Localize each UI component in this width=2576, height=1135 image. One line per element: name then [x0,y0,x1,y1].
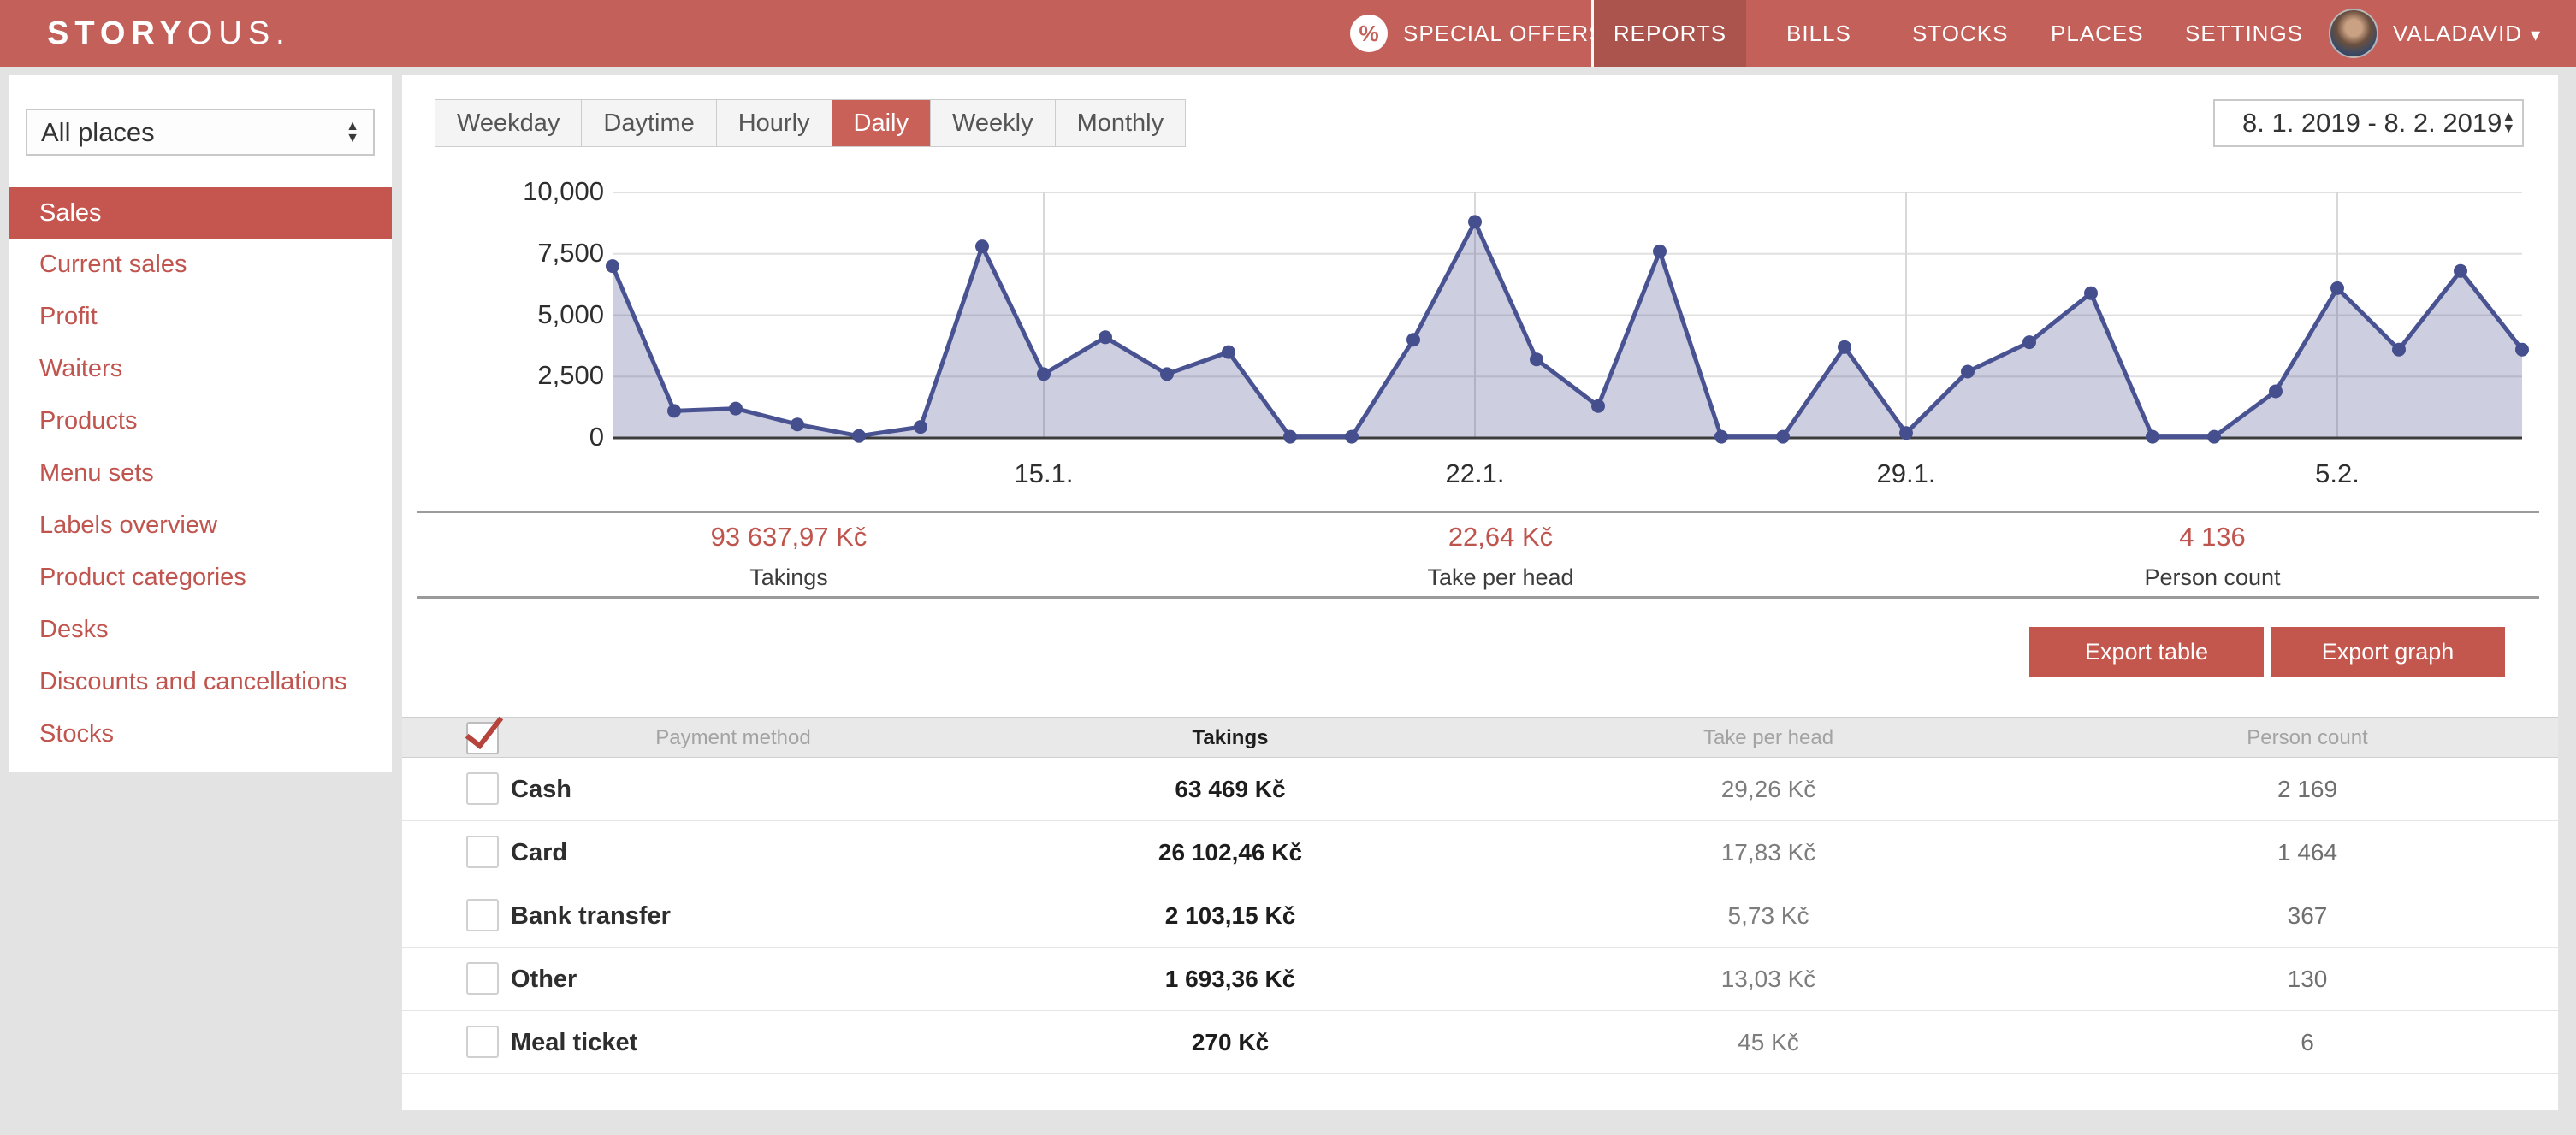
take-per-head-cell: 29,26 Kč [1721,758,1816,821]
nav-bills[interactable]: BILLS [1786,0,1851,67]
sidebar-item[interactable]: Sales [9,187,392,239]
sidebar-item[interactable]: Profit [9,291,392,343]
nav-reports[interactable]: REPORTS [1594,0,1746,67]
payment-method-cell: Card [511,821,567,884]
sidebar-item[interactable]: Waiters [9,343,392,395]
place-filter-select[interactable]: All places [26,109,375,156]
payment-method-cell: Meal ticket [511,1011,637,1074]
column-header-takings: Takings [1193,718,1269,759]
sidebar-item[interactable]: Menu sets [9,447,392,500]
stat-value: 93 637,97 Kč [711,522,868,553]
takings-cell: 1 693,36 Kč [1165,948,1296,1011]
nav-places[interactable]: PLACES [2051,0,2144,67]
y-axis-tick: 5,000 [416,299,604,330]
takings-cell: 2 103,15 Kč [1165,884,1296,948]
table-row: Cash 63 469 Kč 29,26 Kč 2 169 [402,758,2558,821]
column-header-person-count: Person count [2247,718,2367,759]
sidebar-item[interactable]: Labels overview [9,500,392,552]
select-spinner-icon [346,121,359,145]
user-menu[interactable]: VALADAVID ▾ [2393,0,2541,67]
payment-method-cell: Other [511,948,577,1011]
payment-method-cell: Bank transfer [511,884,671,948]
stat-value: 22,64 Kč [1427,522,1573,553]
takings-cell: 26 102,46 Kč [1158,821,1302,884]
place-filter-value: All places [41,117,155,148]
y-axis-tick: 0 [416,422,604,452]
person-count-cell: 1 464 [2277,821,2337,884]
area-chart [402,75,2558,520]
payment-methods-table: Cash 63 469 Kč 29,26 Kč 2 169 Card 26 10… [402,758,2558,1074]
x-axis-tick: 5.2. [2315,458,2360,489]
sidebar-item[interactable]: Discounts and cancellations [9,656,392,708]
stat-value: 4 136 [2144,522,2280,553]
table-header: Payment method Takings Take per head Per… [402,717,2558,758]
summary-stat: 22,64 Kč Take per head [1427,522,1573,591]
take-per-head-cell: 45 Kč [1738,1011,1799,1074]
summary-stat: 4 136 Person count [2144,522,2280,591]
sidebar-menu: Sales Current sales Profit Waiters Produ… [9,187,392,760]
user-name: VALADAVID [2393,21,2522,46]
table-row: Meal ticket 270 Kč 45 Kč 6 [402,1011,2558,1074]
nav-special-offers[interactable]: SPECIAL OFFERS [1403,0,1605,67]
y-axis-tick: 10,000 [416,176,604,207]
summary-stat: 93 637,97 Kč Takings [711,522,868,591]
stat-label: Takings [711,565,868,591]
person-count-cell: 130 [2288,948,2328,1011]
x-axis-tick: 15.1. [1015,458,1074,489]
row-checkbox[interactable] [466,772,499,805]
stat-label: Person count [2144,565,2280,591]
percent-badge-icon: % [1350,15,1388,52]
caret-down-icon: ▾ [2531,24,2541,45]
nav-settings[interactable]: SETTINGS [2185,0,2303,67]
takings-cell: 63 469 Kč [1175,758,1285,821]
sidebar-item[interactable]: Stocks [9,708,392,760]
export-graph-button[interactable]: Export graph [2271,627,2505,677]
avatar[interactable] [2329,9,2378,58]
takings-chart: 0 2,500 5,000 7,500 10,000 15.1. 22.1. 29.1. 5.… [402,75,2558,520]
person-count-cell: 367 [2288,884,2328,948]
row-checkbox[interactable] [466,1026,499,1058]
select-all-checkbox[interactable] [466,722,499,754]
person-count-cell: 6 [2301,1011,2314,1074]
sidebar-item[interactable]: Products [9,395,392,447]
summary-divider-bottom [417,596,2539,599]
logo-light: OUS. [187,15,291,51]
stat-label: Take per head [1427,565,1573,591]
export-table-button[interactable]: Export table [2029,627,2264,677]
row-checkbox[interactable] [466,962,499,995]
take-per-head-cell: 17,83 Kč [1721,821,1816,884]
table-row: Bank transfer 2 103,15 Kč 5,73 Kč 367 [402,884,2558,948]
nav-stocks[interactable]: STOCKS [1912,0,2008,67]
table-row: Card 26 102,46 Kč 17,83 Kč 1 464 [402,821,2558,884]
table-row: Other 1 693,36 Kč 13,03 Kč 130 [402,948,2558,1011]
summary-divider-top [417,511,2539,513]
takings-cell: 270 Kč [1192,1011,1269,1074]
sidebar-item[interactable]: Current sales [9,239,392,291]
y-axis-tick: 2,500 [416,360,604,391]
sidebar-item[interactable]: Desks [9,604,392,656]
column-header-payment-method: Payment method [655,718,810,759]
storyous-logo[interactable]: STORYOUS. [47,15,291,52]
payment-method-cell: Cash [511,758,571,821]
column-header-take-per-head: Take per head [1703,718,1833,759]
sidebar: All places Sales Current sales Profit Wa… [9,75,392,772]
logo-bold: STORY [47,15,187,51]
top-navigation: STORYOUS. % SPECIAL OFFERS REPORTS BILLS… [0,0,2576,67]
main-panel: Weekday Daytime Hourly Daily Weekly Mont… [402,75,2558,1110]
y-axis-tick: 7,500 [416,238,604,269]
take-per-head-cell: 13,03 Kč [1721,948,1816,1011]
x-axis-tick: 22.1. [1446,458,1505,489]
sidebar-item[interactable]: Product categories [9,552,392,604]
row-checkbox[interactable] [466,899,499,931]
take-per-head-cell: 5,73 Kč [1728,884,1809,948]
person-count-cell: 2 169 [2277,758,2337,821]
x-axis-tick: 29.1. [1877,458,1936,489]
row-checkbox[interactable] [466,836,499,868]
